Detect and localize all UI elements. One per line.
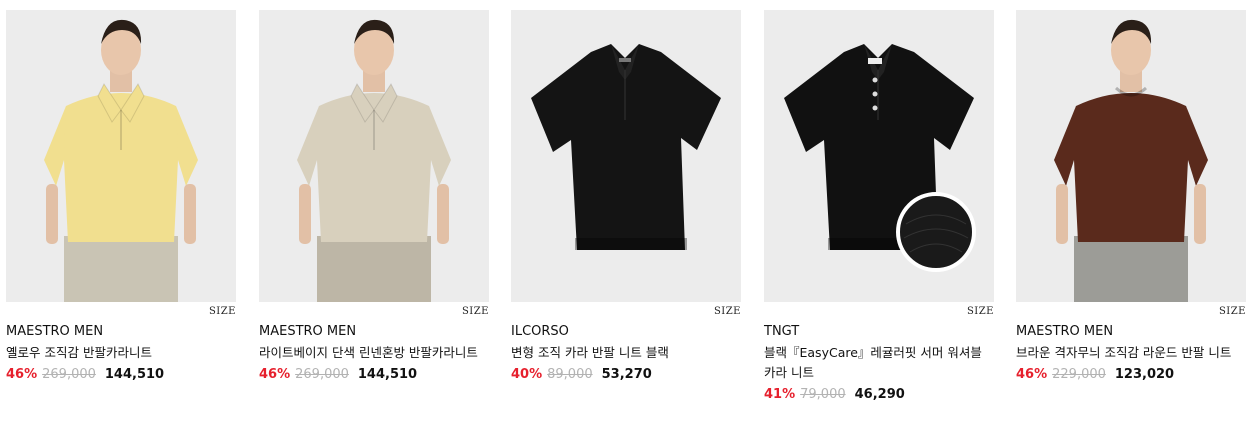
sale-price: 144,510: [357, 367, 418, 382]
product-image[interactable]: [6, 10, 236, 302]
discount-rate: 46%: [6, 367, 38, 382]
discount-rate: 40%: [511, 367, 543, 382]
price-row: 41% 79,000 46,290: [764, 386, 994, 404]
product-card-1[interactable]: SIZE MAESTRO MEN 옐로우 조직감 반팔카라니트 46% 269,0…: [6, 10, 236, 384]
product-brand[interactable]: MAESTRO MEN: [6, 323, 236, 341]
size-button[interactable]: SIZE: [6, 305, 236, 319]
sale-price: 46,290: [854, 387, 905, 402]
product-image[interactable]: [1016, 10, 1246, 302]
sale-price: 123,020: [1114, 367, 1175, 382]
original-price: 89,000: [547, 367, 593, 382]
product-brand[interactable]: MAESTRO MEN: [1016, 323, 1246, 341]
price-row: 46% 269,000 144,510: [259, 366, 489, 384]
discount-rate: 41%: [764, 387, 796, 402]
original-price: 269,000: [42, 367, 96, 382]
product-image[interactable]: [511, 10, 741, 302]
size-button[interactable]: SIZE: [259, 305, 489, 319]
original-price: 269,000: [295, 367, 349, 382]
product-name[interactable]: 라이트베이지 단색 린넨혼방 반팔카라니트: [259, 343, 489, 363]
size-button[interactable]: SIZE: [1016, 305, 1246, 319]
product-image[interactable]: [764, 10, 994, 302]
size-button[interactable]: SIZE: [511, 305, 741, 319]
discount-rate: 46%: [1016, 367, 1048, 382]
price-row: 46% 229,000 123,020: [1016, 366, 1246, 384]
product-brand[interactable]: TNGT: [764, 323, 994, 341]
discount-rate: 46%: [259, 367, 291, 382]
price-row: 46% 269,000 144,510: [6, 366, 236, 384]
product-name[interactable]: 변형 조직 카라 반팔 니트 블랙: [511, 343, 741, 363]
original-price: 79,000: [800, 387, 846, 402]
product-card-3[interactable]: SIZE ILCORSO 변형 조직 카라 반팔 니트 블랙 40% 89,000…: [511, 10, 741, 384]
product-card-5[interactable]: SIZE MAESTRO MEN 브라운 격자무늬 조직감 라운드 반팔 니트 …: [1016, 10, 1246, 384]
product-card-4[interactable]: SIZE TNGT 블랙『EasyCare』레귤러핏 서머 워셔블 카라 니트 …: [764, 10, 994, 404]
size-button[interactable]: SIZE: [764, 305, 994, 319]
product-grid: SIZE MAESTRO MEN 옐로우 조직감 반팔카라니트 46% 269,0…: [0, 0, 1260, 438]
product-brand[interactable]: ILCORSO: [511, 323, 741, 341]
price-row: 40% 89,000 53,270: [511, 366, 741, 384]
product-name[interactable]: 브라운 격자무늬 조직감 라운드 반팔 니트: [1016, 343, 1246, 363]
product-card-2[interactable]: SIZE MAESTRO MEN 라이트베이지 단색 린넨혼방 반팔카라니트 4…: [259, 10, 489, 384]
product-image[interactable]: [259, 10, 489, 302]
original-price: 229,000: [1052, 367, 1106, 382]
product-name[interactable]: 블랙『EasyCare』레귤러핏 서머 워셔블 카라 니트: [764, 343, 994, 383]
product-brand[interactable]: MAESTRO MEN: [259, 323, 489, 341]
sale-price: 144,510: [104, 367, 165, 382]
sale-price: 53,270: [601, 367, 652, 382]
product-name[interactable]: 옐로우 조직감 반팔카라니트: [6, 343, 236, 363]
